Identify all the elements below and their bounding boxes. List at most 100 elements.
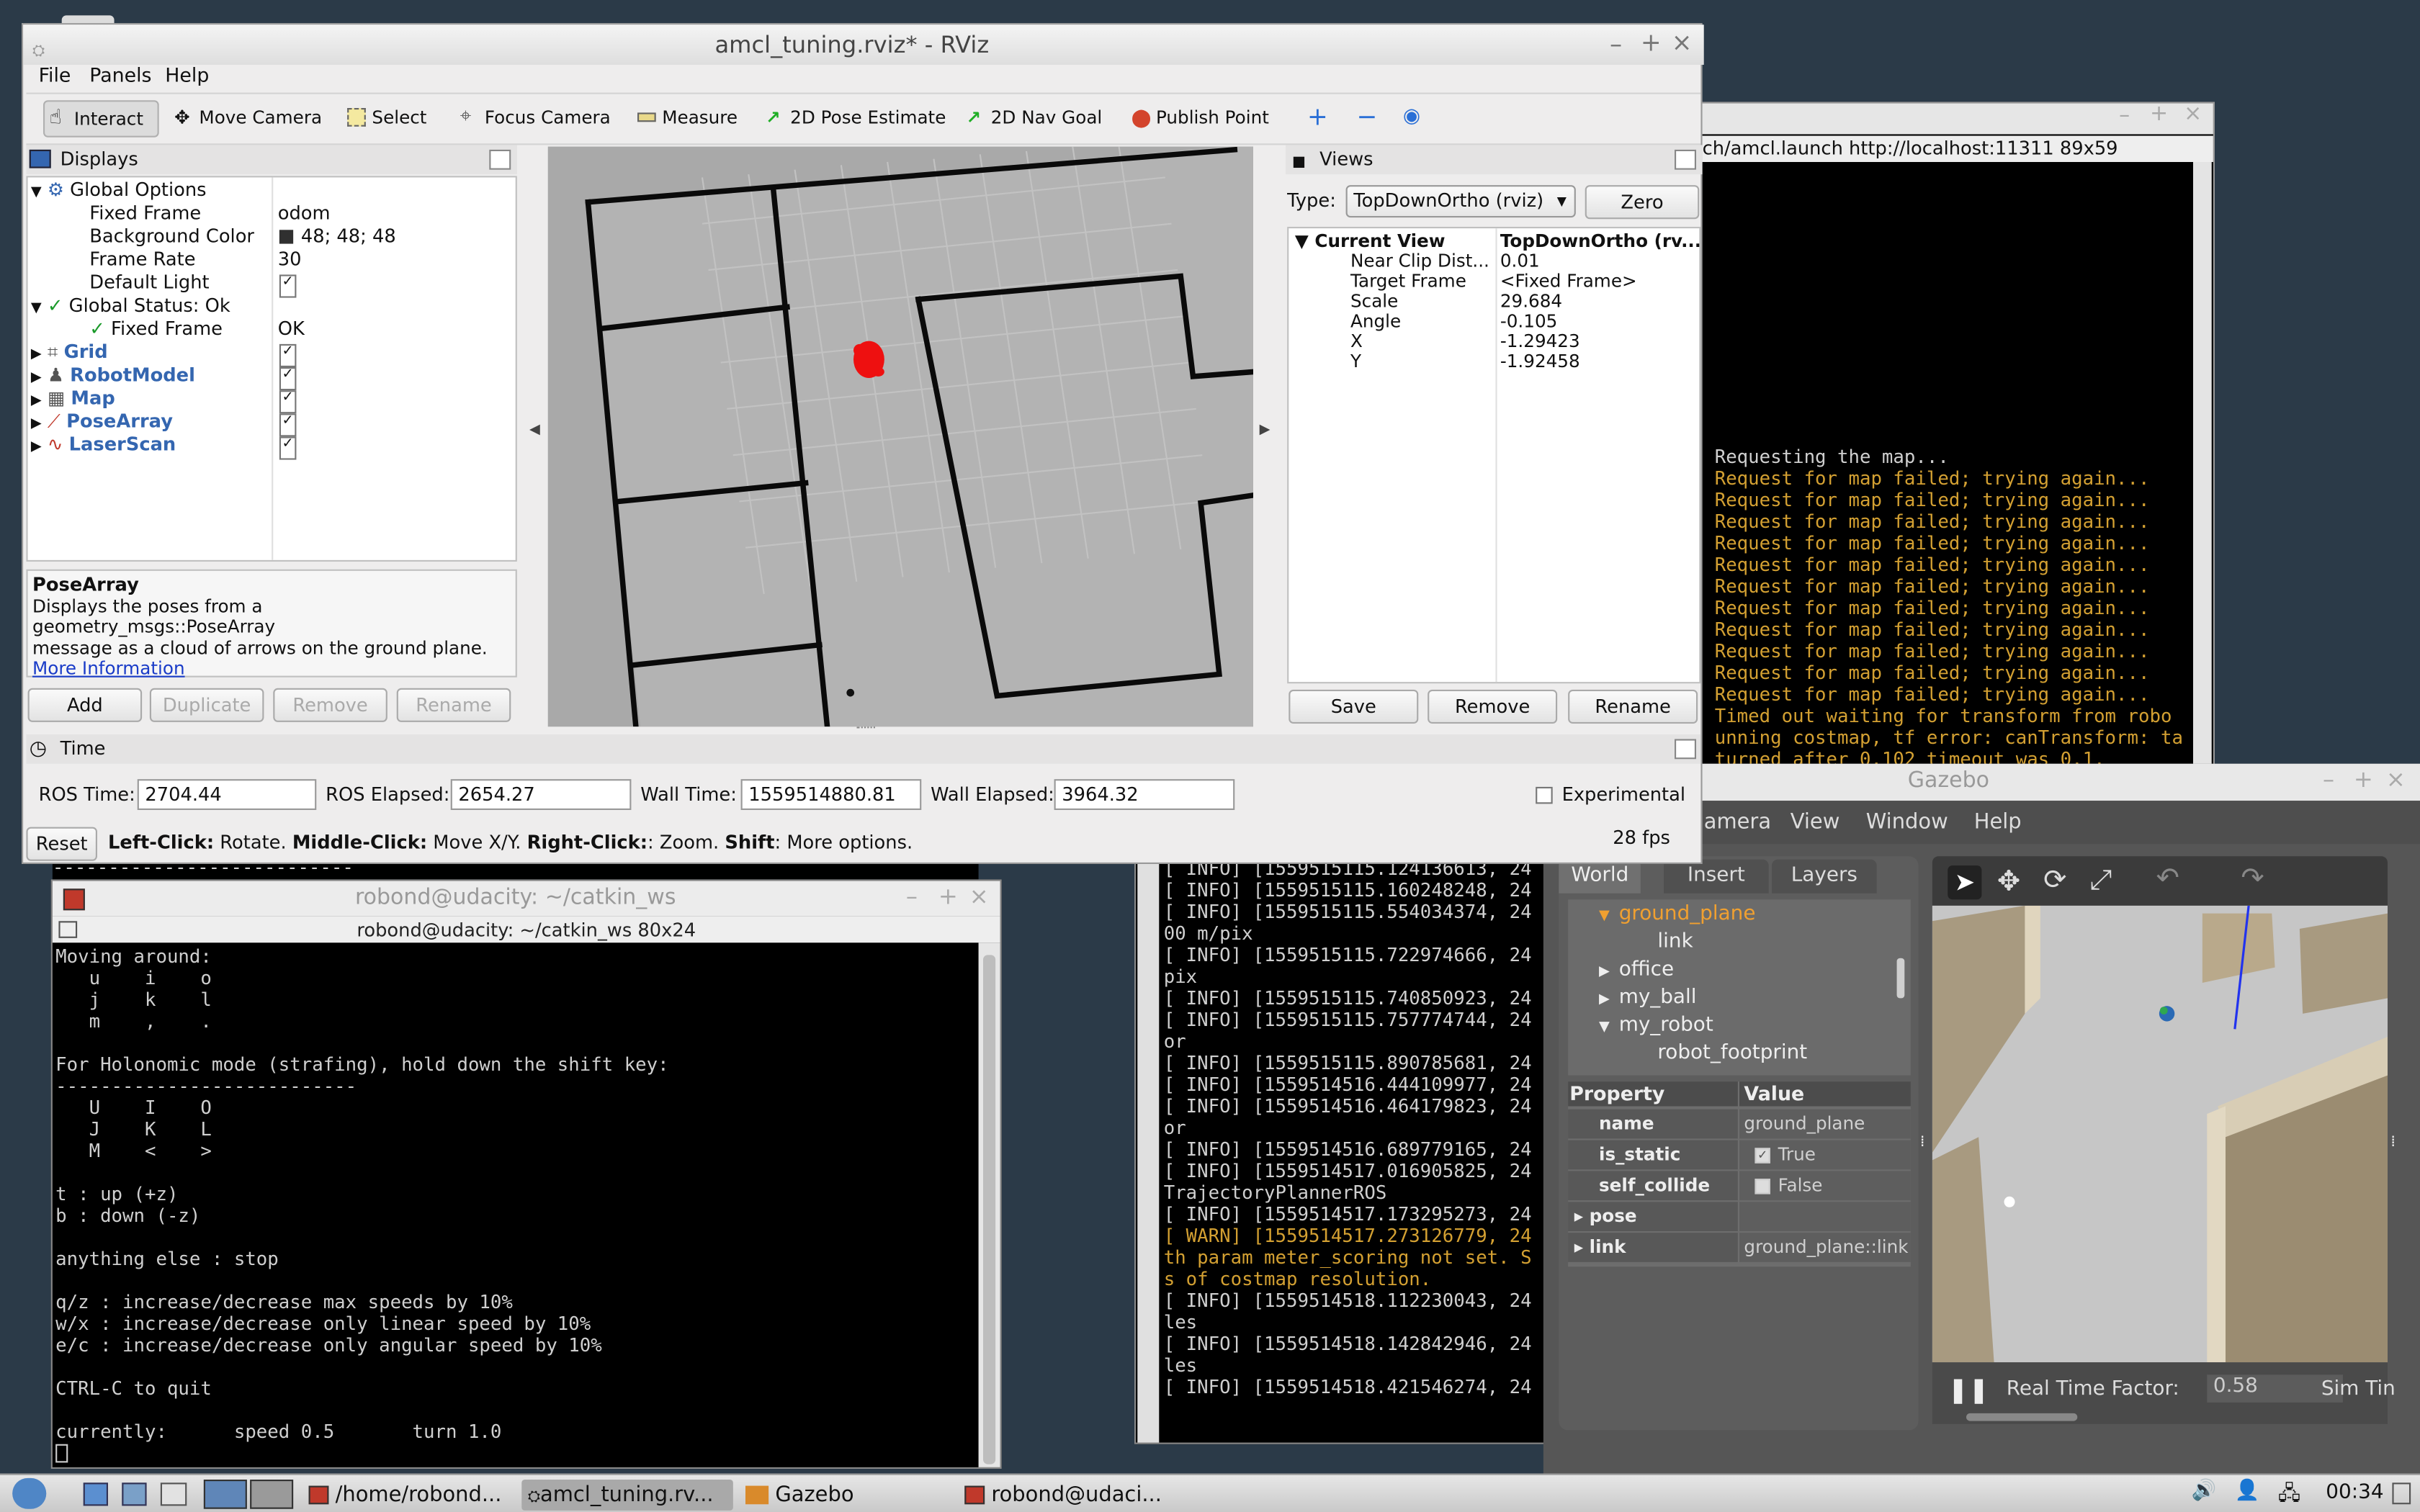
view-prop-value[interactable]: TopDownOrtho (rv...	[1500, 230, 1699, 251]
rename-display-button[interactable]: Rename	[396, 688, 511, 722]
gazebo-3d-view[interactable]	[1932, 905, 2388, 1363]
gz-prop-value[interactable]: ✓ True	[1739, 1140, 1911, 1170]
amcl-terminal-titlebar[interactable]	[1699, 103, 2213, 135]
display-item-laserscan[interactable]: ▶ ∿ LaserScan	[31, 433, 176, 456]
view-type-select[interactable]: TopDownOrtho (rviz) ▼	[1345, 185, 1576, 218]
settings-icon[interactable]	[122, 1482, 147, 1506]
view-prop-value[interactable]: -1.29423	[1500, 330, 1580, 352]
undo-icon[interactable]: ↶	[2156, 863, 2179, 895]
add-display-button[interactable]: Add	[27, 688, 143, 722]
remove-tool-icon[interactable]: −	[1357, 102, 1378, 131]
rviz-3d-view[interactable]	[547, 146, 1253, 727]
gz-prop-checkbox[interactable]: ✓	[1754, 1147, 1770, 1163]
save-view-button[interactable]: Save	[1289, 689, 1419, 724]
start-menu-icon[interactable]	[12, 1477, 47, 1509]
tool-interact[interactable]: ☝ Interact	[43, 100, 159, 138]
views-float-button[interactable]	[1675, 149, 1696, 170]
world-tree-item[interactable]: ▶ office	[1599, 958, 1674, 981]
gz-prop-key[interactable]: ▸ pose	[1568, 1202, 1738, 1231]
menu-help[interactable]: Help	[165, 63, 209, 86]
amcl-terminal-scrollbar[interactable]	[2193, 162, 2212, 767]
sim-bar-scroll[interactable]	[1966, 1413, 2078, 1421]
gz-prop-key[interactable]: is_static	[1568, 1140, 1738, 1170]
view-splitter-handle[interactable]	[856, 726, 875, 731]
select-mode-icon[interactable]: ➤	[1948, 865, 1982, 900]
time-float-button[interactable]	[1675, 739, 1696, 760]
world-tree-scrollbar[interactable]	[1896, 958, 1905, 999]
more-information-link[interactable]: More Information	[32, 658, 511, 680]
display-item-checkbox[interactable]: ✓	[279, 390, 297, 414]
display-item-checkbox[interactable]: ✓	[279, 366, 297, 391]
volume-icon[interactable]: 🔊	[2192, 1480, 2217, 1503]
world-tree-item[interactable]: ▶ my_ball	[1599, 986, 1697, 1009]
gazebo-close-button[interactable]: ×	[2386, 765, 2406, 793]
task-gazebo[interactable]: Gazebo	[745, 1480, 854, 1511]
fixed-frame-value[interactable]: odom	[278, 202, 331, 225]
background-color-swatch[interactable]	[279, 230, 294, 244]
rviz-maximize-button[interactable]: +	[1641, 23, 1662, 63]
log-terminal-scrollbar[interactable]	[1137, 862, 1160, 1443]
gz-prop-value[interactable]	[1739, 1202, 1911, 1231]
world-tree-item[interactable]: ▼ ground_plane	[1599, 903, 1755, 926]
display-item-robotmodel[interactable]: ▶ ♟ RobotModel	[31, 364, 195, 387]
duplicate-display-button[interactable]: Duplicate	[149, 688, 264, 722]
display-item-grid[interactable]: ▶ ⌗ Grid	[31, 341, 108, 364]
view-prop-value[interactable]: 29.684	[1500, 290, 1562, 312]
default-light-checkbox[interactable]: ✓	[279, 274, 297, 298]
tool-2d-pose-estimate[interactable]: ↗ 2D Pose Estimate	[766, 102, 946, 132]
tool-focus-camera[interactable]: ⌖ Focus Camera	[460, 102, 611, 132]
rename-view-button[interactable]: Rename	[1568, 689, 1698, 724]
tab-insert[interactable]: Insert	[1664, 859, 1769, 894]
ros-elapsed-field[interactable]: 2654.27	[450, 779, 632, 810]
tool-measure[interactable]: Measure	[637, 102, 738, 132]
display-item-posearray[interactable]: ▶ ⟋ PoseArray	[31, 410, 173, 433]
task-terminal[interactable]: robond@udaci...	[964, 1480, 1162, 1511]
displays-float-button[interactable]	[489, 149, 511, 170]
gz-prop-value[interactable]: ground_plane	[1739, 1109, 1911, 1139]
translate-mode-icon[interactable]: ✥	[1997, 865, 2020, 898]
display-item-checkbox[interactable]: ✓	[279, 343, 297, 367]
remove-view-button[interactable]: Remove	[1428, 689, 1558, 724]
gazebo-menu-camera[interactable]: amera	[1704, 810, 1771, 834]
world-tree-item[interactable]: ▼ my_robot	[1599, 1014, 1713, 1037]
ros-time-field[interactable]: 2704.44	[137, 779, 317, 810]
experimental-checkbox[interactable]	[1536, 786, 1553, 804]
gz-prop-value[interactable]: False	[1739, 1171, 1911, 1201]
views-eye-icon[interactable]: ◉	[1403, 105, 1420, 128]
gazebo-menu-help[interactable]: Help	[1974, 810, 2022, 834]
right-splitter-handle[interactable]: ⁞	[2390, 1134, 2396, 1151]
display-item-map[interactable]: ▶ ▦ Map	[31, 387, 115, 410]
teleop-close-button[interactable]: ×	[969, 883, 989, 911]
gz-prop-key[interactable]: self_collide	[1568, 1171, 1738, 1201]
panel-splitter-handle[interactable]: ⁞	[1920, 1134, 1927, 1151]
frame-rate-value[interactable]: 30	[278, 248, 302, 271]
network-icon[interactable]: 🖧	[2278, 1480, 2300, 1512]
display-item-checkbox[interactable]: ✓	[279, 413, 297, 437]
gazebo-maximize-button[interactable]: +	[2354, 765, 2373, 793]
desktop-switch-1[interactable]	[203, 1480, 247, 1509]
desktop-switch-2[interactable]	[250, 1480, 294, 1509]
wall-time-field[interactable]: 1559514880.81	[740, 779, 922, 810]
reset-button[interactable]: Reset	[26, 827, 97, 861]
teleop-terminal-scrollbar[interactable]	[978, 942, 1000, 1467]
menu-panels[interactable]: Panels	[89, 63, 151, 86]
remove-display-button[interactable]: Remove	[273, 688, 387, 722]
rviz-titlebar[interactable]: ⛭ amcl_tuning.rviz* - RViz – + ×	[23, 24, 1704, 65]
scale-mode-icon[interactable]: ⤢	[2089, 864, 2112, 896]
teleop-minimize-button[interactable]: –	[906, 883, 918, 911]
pause-icon[interactable]: ❚❚	[1948, 1374, 1989, 1404]
user-icon[interactable]: 👤	[2235, 1480, 2260, 1503]
rviz-minimize-button[interactable]: –	[1610, 24, 1622, 65]
tool-publish-point[interactable]: ⬤ Publish Point	[1131, 102, 1269, 132]
tool-select[interactable]: Select	[347, 102, 426, 132]
gz-prop-value[interactable]: ground_plane::link	[1739, 1233, 1911, 1262]
amcl-terminal-minimize-button[interactable]: –	[2119, 104, 2130, 128]
rotate-mode-icon[interactable]: ⟳	[2043, 864, 2066, 896]
tab-layers[interactable]: Layers	[1772, 859, 1877, 894]
terminal-icon[interactable]	[160, 1482, 187, 1506]
zero-button[interactable]: Zero	[1585, 185, 1700, 220]
add-tool-icon[interactable]: +	[1307, 102, 1328, 131]
gz-prop-key[interactable]: ▸ link	[1568, 1233, 1738, 1262]
amcl-terminal-maximize-button[interactable]: +	[2150, 102, 2168, 126]
amcl-terminal-close-button[interactable]: ×	[2184, 102, 2202, 126]
